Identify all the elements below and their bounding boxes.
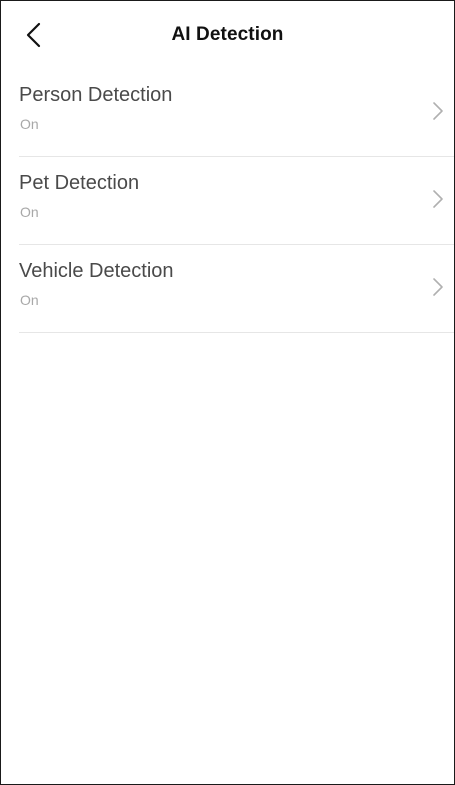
row-status: On xyxy=(20,292,39,308)
row-status: On xyxy=(20,204,39,220)
row-label: Person Detection xyxy=(19,84,173,106)
row-status: On xyxy=(20,116,39,132)
chevron-right-icon xyxy=(432,277,444,297)
chevron-right-icon xyxy=(432,189,444,209)
row-label: Vehicle Detection xyxy=(19,260,174,282)
detection-settings-list: Person Detection On Pet Detection On Veh… xyxy=(1,69,454,333)
nav-header: AI Detection xyxy=(1,1,454,69)
settings-row-pet-detection[interactable]: Pet Detection On xyxy=(19,157,454,245)
app-screen: AI Detection Person Detection On Pet Det… xyxy=(0,0,455,785)
chevron-right-icon xyxy=(432,101,444,121)
settings-row-person-detection[interactable]: Person Detection On xyxy=(19,69,454,157)
settings-row-vehicle-detection[interactable]: Vehicle Detection On xyxy=(19,245,454,333)
page-title: AI Detection xyxy=(171,24,284,45)
row-label: Pet Detection xyxy=(19,172,140,194)
